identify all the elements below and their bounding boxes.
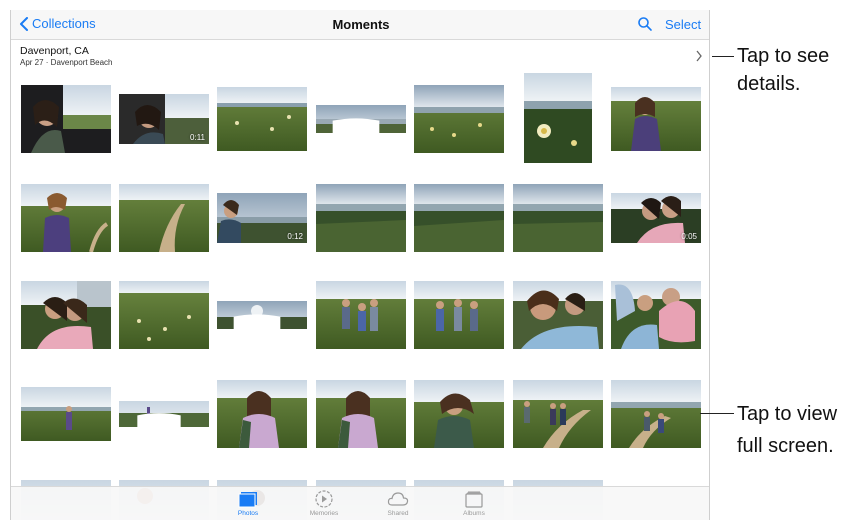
callout-fullscreen: Tap to view full screen.: [737, 398, 837, 462]
tab-label: Albums: [463, 510, 485, 517]
callout-fullscreen-line1: Tap to view: [737, 403, 838, 425]
tab-bar: Photos Memories Shared Albums: [11, 486, 709, 520]
navigation-bar: Collections Moments Select: [11, 10, 709, 40]
memories-icon: [315, 490, 333, 508]
panorama-icon: [137, 413, 181, 427]
photo-thumbnail[interactable]: [611, 281, 701, 349]
tab-label: Photos: [237, 510, 259, 517]
tab-label: Memories: [309, 510, 339, 517]
video-duration: 0:11: [190, 133, 205, 142]
photo-thumbnail[interactable]: [119, 281, 209, 349]
tab-photos[interactable]: Photos: [223, 489, 273, 517]
callout-leader-details: [712, 56, 734, 57]
shared-icon: [387, 492, 409, 506]
video-thumbnail[interactable]: 0:12: [217, 193, 307, 243]
photos-app-window: 0:11 0:12 0:05 Collections Moments Selec…: [10, 10, 710, 520]
photo-thumbnail[interactable]: [217, 87, 307, 151]
chevron-right-icon: [696, 50, 702, 62]
photo-thumbnail[interactable]: [513, 380, 603, 448]
video-duration: 0:12: [287, 232, 303, 241]
photo-thumbnail[interactable]: [316, 380, 406, 448]
albums-icon: [465, 491, 483, 508]
panorama-thumbnail[interactable]: [119, 401, 209, 427]
callout-details-line2: details.: [737, 73, 801, 95]
photo-thumbnail[interactable]: [414, 184, 504, 252]
callout-leader-fullscreen: [700, 413, 734, 414]
photo-thumbnail[interactable]: [316, 184, 406, 252]
photo-thumbnail[interactable]: [21, 85, 111, 153]
photo-thumbnail[interactable]: [119, 184, 209, 252]
tab-memories[interactable]: Memories: [299, 489, 349, 517]
moment-photo-grid: 0:11 0:12 0:05: [11, 10, 709, 520]
moment-header[interactable]: Davenport, CA Apr 27 · Davenport Beach: [11, 41, 709, 71]
photo-thumbnail[interactable]: [513, 184, 603, 252]
photo-thumbnail[interactable]: [21, 281, 111, 349]
photo-thumbnail[interactable]: [414, 281, 504, 349]
panorama-thumbnail[interactable]: [316, 105, 406, 133]
photo-thumbnail[interactable]: [21, 184, 111, 252]
photo-thumbnail[interactable]: [524, 73, 592, 163]
callout-details: Tap to see details.: [737, 42, 829, 98]
photo-thumbnail[interactable]: [611, 380, 701, 448]
panorama-thumbnail[interactable]: [217, 301, 307, 329]
moment-location: Davenport, CA: [20, 45, 89, 57]
callout-details-line1: Tap to see: [737, 45, 830, 67]
moment-subtitle: Apr 27 · Davenport Beach: [20, 58, 113, 67]
tab-label: Shared: [387, 510, 409, 517]
callout-fullscreen-line2: full screen.: [737, 435, 834, 457]
search-icon[interactable]: [637, 16, 653, 32]
tab-shared[interactable]: Shared: [373, 489, 423, 517]
photo-thumbnail[interactable]: [414, 380, 504, 448]
panorama-icon: [332, 118, 380, 133]
select-button[interactable]: Select: [665, 17, 701, 32]
photo-thumbnail[interactable]: [513, 281, 603, 349]
photo-thumbnail[interactable]: [21, 387, 111, 441]
photo-thumbnail[interactable]: [611, 87, 701, 151]
video-thumbnail[interactable]: 0:05: [611, 193, 701, 243]
photos-icon: [238, 492, 257, 508]
page-title: Moments: [332, 17, 390, 32]
video-thumbnail[interactable]: 0:11: [119, 94, 209, 144]
video-duration: 0:05: [681, 232, 697, 241]
photo-thumbnail[interactable]: [316, 281, 406, 349]
tab-albums[interactable]: Albums: [449, 489, 499, 517]
panorama-icon: [233, 314, 281, 329]
photo-thumbnail[interactable]: [217, 380, 307, 448]
photo-thumbnail[interactable]: [414, 85, 504, 153]
